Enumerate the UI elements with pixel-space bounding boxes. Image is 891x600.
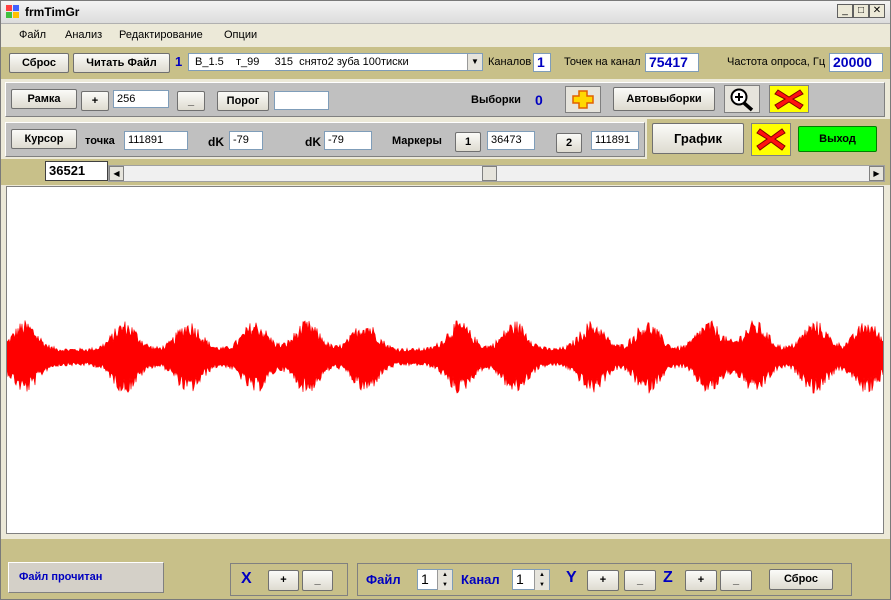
frame-plus-button[interactable]: + xyxy=(81,91,109,111)
dk-label-1: dK xyxy=(208,135,224,149)
app-window: frmTimGr _ □ ✕ Файл Анализ Редактировани… xyxy=(0,0,891,600)
window-title: frmTimGr xyxy=(25,5,80,19)
samples-value: 0 xyxy=(535,92,543,108)
channel-spinner-value: 1 xyxy=(516,571,524,587)
samples-label: Выборки xyxy=(471,94,521,106)
horizontal-scrollbar[interactable]: ◀ ▶ xyxy=(108,165,885,182)
frame-size-input[interactable]: 256 xyxy=(113,90,169,108)
y-plus-button[interactable]: + xyxy=(587,570,619,591)
channel-spinner[interactable]: 1 ▲ ▼ xyxy=(512,569,550,590)
spin-down-icon[interactable]: ▼ xyxy=(437,580,452,590)
file-label: Файл xyxy=(366,572,401,587)
menu-analysis[interactable]: Анализ xyxy=(65,29,102,41)
file-select-value: В_1.5 т_99 315 снято2 зуба 100тиски xyxy=(195,56,409,68)
chevron-down-icon[interactable]: ▼ xyxy=(467,54,482,70)
minimize-button[interactable]: _ xyxy=(837,4,853,18)
scroll-right-icon[interactable]: ▶ xyxy=(869,166,884,181)
signal-trace xyxy=(7,320,883,394)
menu-bar: Файл Анализ Редактирование Опции xyxy=(1,25,890,45)
reset-button[interactable]: Сброс xyxy=(9,53,69,73)
channels-label: Каналов xyxy=(488,56,532,68)
threshold-input[interactable] xyxy=(274,91,329,110)
freq-value: 20000 xyxy=(829,53,883,72)
z-minus-button[interactable]: _ xyxy=(720,570,752,591)
zoom-button[interactable] xyxy=(724,85,760,113)
y-z-scale-group: Файл 1 ▲ ▼ Канал 1 ▲ ▼ Y + _ Z + _ Сброс xyxy=(357,563,852,596)
add-sample-button[interactable] xyxy=(565,86,601,113)
spin-up-icon[interactable]: ▲ xyxy=(534,570,549,580)
red-x-icon xyxy=(756,128,786,151)
channel-label: Канал xyxy=(461,572,500,587)
x-scale-group: X + _ xyxy=(230,563,348,596)
frame-button[interactable]: Рамка xyxy=(11,89,77,109)
x-plus-button[interactable]: + xyxy=(268,570,299,591)
frame-minus-button[interactable]: _ xyxy=(177,91,205,111)
zoom-in-icon xyxy=(730,88,754,112)
file-index: 1 xyxy=(175,54,183,69)
file-select[interactable]: В_1.5 т_99 315 снято2 зуба 100тиски ▼ xyxy=(188,53,483,71)
channels-value: 1 xyxy=(533,53,551,72)
dk-input-2[interactable]: -79 xyxy=(324,131,372,150)
markers-label: Маркеры xyxy=(392,135,442,147)
spin-down-icon[interactable]: ▼ xyxy=(534,580,549,590)
file-spinner[interactable]: 1 ▲ ▼ xyxy=(417,569,453,590)
freq-label: Частота опроса, Гц xyxy=(727,56,826,68)
point-label: точка xyxy=(85,135,115,147)
z-plus-button[interactable]: + xyxy=(685,570,717,591)
marker-2-input[interactable]: 111891 xyxy=(591,131,639,150)
x-label: X xyxy=(241,570,252,587)
x-minus-button[interactable]: _ xyxy=(302,570,333,591)
position-input[interactable]: 36521 xyxy=(45,161,108,181)
z-label: Z xyxy=(663,569,673,586)
marker-2-button[interactable]: 2 xyxy=(556,133,582,153)
bottom-reset-button[interactable]: Сброс xyxy=(769,569,833,590)
signal-waveform xyxy=(7,320,883,394)
menu-edit[interactable]: Редактирование xyxy=(119,29,203,41)
y-minus-button[interactable]: _ xyxy=(624,570,656,591)
spin-up-icon[interactable]: ▲ xyxy=(437,570,452,580)
file-spinner-value: 1 xyxy=(421,571,429,587)
status-text: Файл прочитан xyxy=(19,571,103,583)
exit-button[interactable]: Выход xyxy=(798,126,877,152)
cursor-button[interactable]: Курсор xyxy=(11,129,77,149)
close-window-button[interactable]: ✕ xyxy=(869,4,885,18)
graph-button[interactable]: График xyxy=(652,123,744,154)
auto-samples-button[interactable]: Автовыборки xyxy=(613,87,715,111)
scroll-thumb[interactable] xyxy=(482,166,497,181)
app-icon xyxy=(6,5,19,18)
title-bar: frmTimGr _ □ ✕ xyxy=(1,1,890,24)
points-value: 75417 xyxy=(645,53,699,72)
close-graph-button[interactable] xyxy=(751,123,791,156)
y-label: Y xyxy=(566,569,577,586)
scroll-left-icon[interactable]: ◀ xyxy=(109,166,124,181)
marker-1-input[interactable]: 36473 xyxy=(487,131,535,150)
menu-file[interactable]: Файл xyxy=(19,29,46,41)
plus-cross-icon xyxy=(572,90,594,109)
dk-label-2: dK xyxy=(305,135,321,149)
threshold-button[interactable]: Порог xyxy=(217,91,269,111)
read-file-button[interactable]: Читать Файл xyxy=(73,53,170,73)
menu-options[interactable]: Опции xyxy=(224,29,257,41)
points-label: Точек на канал xyxy=(564,56,641,68)
status-box: Файл прочитан xyxy=(8,562,164,593)
maximize-button[interactable]: □ xyxy=(853,4,869,18)
signal-plot[interactable] xyxy=(6,186,884,534)
dk-input-1[interactable]: -79 xyxy=(229,131,263,150)
clear-samples-button[interactable] xyxy=(769,85,809,113)
point-input[interactable]: 111891 xyxy=(124,131,188,150)
red-x-icon xyxy=(774,89,804,110)
marker-1-button[interactable]: 1 xyxy=(455,132,481,152)
